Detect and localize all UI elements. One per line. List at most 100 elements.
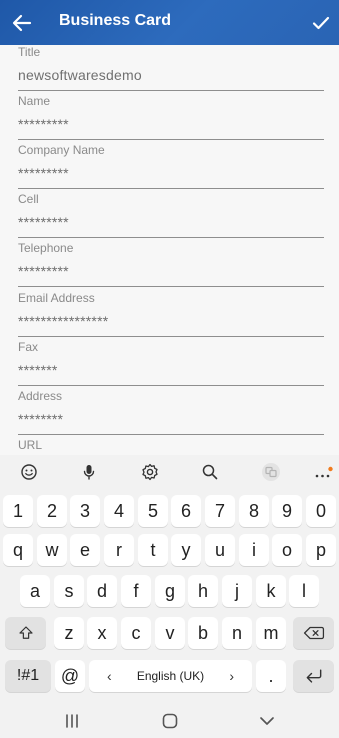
key-a[interactable]: a: [20, 575, 50, 607]
key-r[interactable]: r: [104, 534, 134, 566]
field-label: Email Address: [18, 291, 95, 305]
backspace-key[interactable]: [293, 617, 334, 649]
key-k[interactable]: k: [256, 575, 286, 607]
field-underline: [18, 139, 324, 140]
app-bar: Business Card: [0, 0, 339, 45]
shift-key[interactable]: [5, 617, 46, 649]
key-4[interactable]: 4: [104, 495, 134, 527]
field-cell[interactable]: Cell *********: [18, 192, 324, 238]
translate-icon: [262, 463, 280, 481]
space-label: English (UK): [136, 669, 205, 683]
key-h[interactable]: h: [188, 575, 218, 607]
keyboard-toolbar: [0, 455, 339, 489]
field-url[interactable]: URL: [18, 438, 324, 455]
key-8[interactable]: 8: [239, 495, 269, 527]
field-label: URL: [18, 438, 43, 452]
field-label: Title: [18, 45, 41, 59]
key-d[interactable]: d: [87, 575, 117, 607]
field-underline: [18, 385, 324, 386]
title-input[interactable]: newsoftwaresdemo: [18, 67, 142, 83]
system-navigation-bar: [0, 700, 339, 738]
key-at[interactable]: @: [55, 660, 85, 692]
on-screen-keyboard: 1 2 3 4 5 6 7 8 9 0 q w e r t y u i o p …: [0, 455, 339, 700]
name-input[interactable]: *********: [18, 116, 69, 132]
field-underline: [18, 90, 324, 91]
key-q[interactable]: q: [3, 534, 33, 566]
checkmark-icon[interactable]: [309, 11, 333, 35]
key-e[interactable]: e: [70, 534, 100, 566]
emoji-icon[interactable]: [17, 460, 41, 484]
backspace-icon: [303, 626, 324, 640]
shift-icon: [18, 626, 33, 639]
key-o[interactable]: o: [272, 534, 302, 566]
field-email-address[interactable]: Email Address ****************: [18, 291, 324, 337]
field-title[interactable]: Title newsoftwaresdemo: [18, 45, 324, 91]
key-period[interactable]: .: [256, 660, 286, 692]
key-7[interactable]: 7: [205, 495, 235, 527]
company-name-input[interactable]: *********: [18, 165, 69, 181]
field-address[interactable]: Address ********: [18, 389, 324, 435]
enter-icon: [306, 669, 321, 683]
key-y[interactable]: y: [171, 534, 201, 566]
key-3[interactable]: 3: [70, 495, 100, 527]
address-input[interactable]: ********: [18, 411, 63, 427]
key-b[interactable]: b: [188, 617, 218, 649]
field-name[interactable]: Name *********: [18, 94, 324, 140]
field-label: Name: [18, 94, 51, 108]
arrow-left-icon[interactable]: [10, 11, 34, 35]
key-u[interactable]: u: [205, 534, 235, 566]
field-label: Fax: [18, 340, 39, 354]
field-underline: [18, 237, 324, 238]
language-next-icon: ›: [229, 668, 234, 684]
field-label: Company Name: [18, 143, 105, 157]
symbols-key[interactable]: !#1: [5, 660, 51, 692]
field-label: Telephone: [18, 241, 74, 255]
key-0[interactable]: 0: [306, 495, 336, 527]
key-c[interactable]: c: [121, 617, 151, 649]
field-label: Address: [18, 389, 63, 403]
field-fax[interactable]: Fax *******: [18, 340, 324, 386]
page-title: Business Card: [59, 12, 172, 29]
key-j[interactable]: j: [222, 575, 252, 607]
key-6[interactable]: 6: [171, 495, 201, 527]
key-t[interactable]: t: [138, 534, 168, 566]
microphone-icon[interactable]: [77, 460, 101, 484]
space-key[interactable]: ‹ English (UK) ›: [89, 660, 252, 692]
key-2[interactable]: 2: [37, 495, 67, 527]
enter-key[interactable]: [293, 660, 334, 692]
email-address-input[interactable]: ****************: [18, 313, 108, 329]
key-9[interactable]: 9: [272, 495, 302, 527]
key-1[interactable]: 1: [3, 495, 33, 527]
home-icon[interactable]: [161, 713, 179, 729]
search-icon[interactable]: [198, 460, 222, 484]
cell-input[interactable]: *********: [18, 214, 69, 230]
settings-icon[interactable]: [138, 460, 162, 484]
field-underline: [18, 336, 324, 337]
key-l[interactable]: l: [289, 575, 319, 607]
key-5[interactable]: 5: [138, 495, 168, 527]
field-company-name[interactable]: Company Name *********: [18, 143, 324, 189]
key-z[interactable]: z: [54, 617, 84, 649]
key-i[interactable]: i: [239, 534, 269, 566]
key-p[interactable]: p: [306, 534, 336, 566]
field-telephone[interactable]: Telephone *********: [18, 241, 324, 287]
key-m[interactable]: m: [256, 617, 286, 649]
key-f[interactable]: f: [121, 575, 151, 607]
telephone-input[interactable]: *********: [18, 263, 69, 279]
key-g[interactable]: g: [155, 575, 185, 607]
key-v[interactable]: v: [155, 617, 185, 649]
field-underline: [18, 188, 324, 189]
key-n[interactable]: n: [222, 617, 252, 649]
key-w[interactable]: w: [37, 534, 67, 566]
recent-apps-icon[interactable]: [62, 713, 82, 729]
key-s[interactable]: s: [54, 575, 84, 607]
field-underline: [18, 434, 324, 435]
back-chevron-icon[interactable]: [257, 713, 277, 729]
business-card-form: Title newsoftwaresdemo Name ********* Co…: [0, 45, 339, 455]
key-x[interactable]: x: [87, 617, 117, 649]
fax-input[interactable]: *******: [18, 362, 58, 378]
more-icon[interactable]: [311, 460, 335, 484]
notification-dot: [328, 466, 333, 472]
field-underline: [18, 286, 324, 287]
language-prev-icon: ‹: [107, 668, 112, 684]
